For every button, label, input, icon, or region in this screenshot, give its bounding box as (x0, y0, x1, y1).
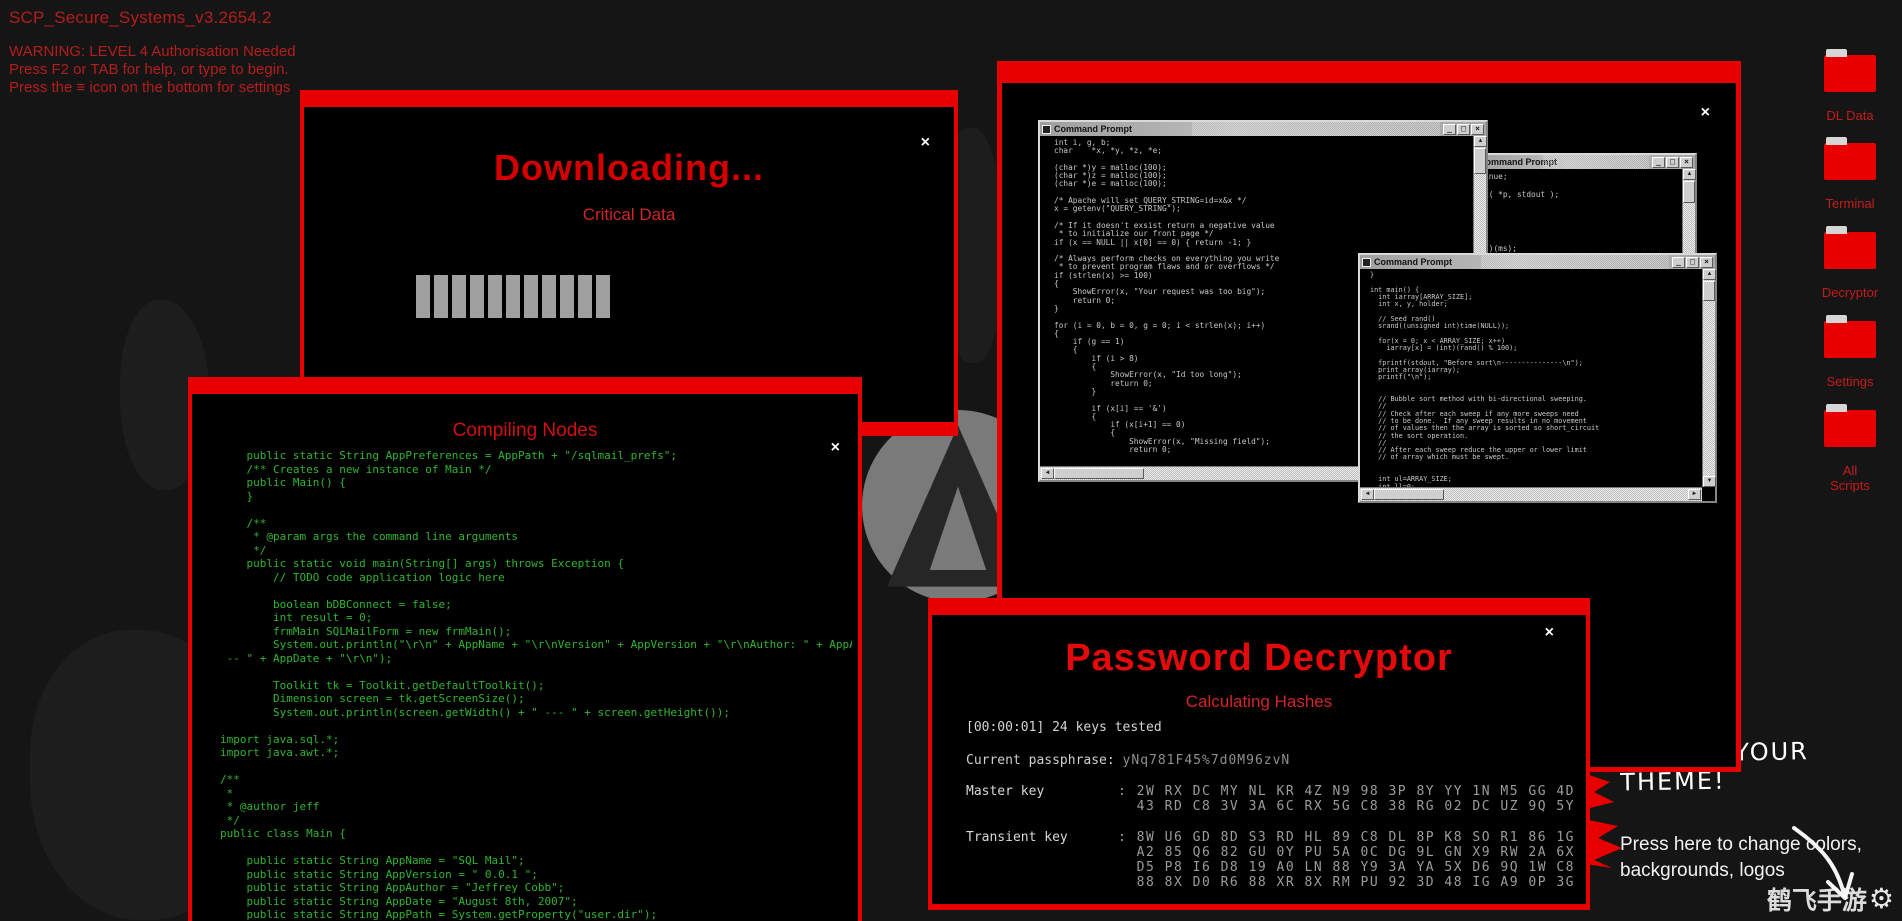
scroll-thumb[interactable] (1683, 181, 1695, 203)
scroll-thumb[interactable] (1054, 468, 1144, 479)
sidebar-item-label: Settings (1818, 374, 1882, 389)
cmd2-title: Command Prompt (1479, 157, 1557, 167)
terminal-panel-titlebar[interactable] (1001, 65, 1737, 83)
decryptor-subtitle: Calculating Hashes (932, 692, 1586, 712)
sidebar-item-label: DL Data (1818, 108, 1882, 123)
gear-icon: ⚙ (1869, 885, 1894, 913)
master-key-label: Master key (966, 784, 1118, 814)
downloading-titlebar[interactable] (303, 93, 955, 107)
downloading-title: Downloading... (304, 147, 954, 189)
transient-key-value: : 8W U6 GD 8D S3 RD HL 89 C8 DL 8P K8 SO… (1118, 830, 1575, 890)
cmd2-titlebar[interactable]: Command Prompt _ □ × (1465, 155, 1695, 169)
passphrase-label: Current passphrase: (966, 753, 1123, 768)
command-prompt-window-3: Command Prompt _ □ × } int main() { int … (1358, 253, 1717, 503)
settings-line: Press the ≡ icon on the bottom for setti… (9, 79, 296, 97)
master-key-value: : 2W RX DC MY NL KR 4Z N9 98 3P 8Y YY 1N… (1118, 784, 1575, 814)
system-header: SCP_Secure_Systems_v3.2654.2 WARNING: LE… (9, 8, 296, 97)
scroll-thumb[interactable] (1703, 281, 1715, 301)
warning-line: WARNING: LEVEL 4 Authorisation Needed (9, 43, 296, 61)
scroll-thumb[interactable] (1374, 489, 1444, 500)
compiling-window: × Compiling Nodes public static String A… (188, 377, 862, 921)
minimize-icon[interactable]: _ (1443, 124, 1456, 135)
scroll-up-icon[interactable]: ▲ (1683, 169, 1696, 180)
cmd1-title: Command Prompt (1054, 124, 1132, 134)
folder-icon (1824, 55, 1876, 92)
hacker-typer-screen: SCP_Secure_Systems_v3.2654.2 WARNING: LE… (0, 0, 1902, 921)
close-icon[interactable]: × (1680, 157, 1693, 168)
passphrase-value: yNq781F45%7d0M96zvN (1123, 753, 1291, 768)
decryptor-title: Password Decryptor (932, 637, 1586, 680)
keys-tested-status: [00:00:01] 24 keys tested (966, 720, 1566, 735)
sidebar-item-decryptor[interactable]: Decryptor (1818, 225, 1882, 300)
cmd3-console-text: } int main() { int iarray[ARRAY_SIZE]; i… (1360, 269, 1702, 487)
compiling-titlebar[interactable] (191, 380, 859, 394)
cmd-icon (1042, 125, 1051, 134)
close-icon[interactable]: × (1701, 104, 1710, 122)
sidebar-item-dl-data[interactable]: DL Data (1818, 48, 1882, 123)
folder-icon (1824, 232, 1876, 269)
decryptor-titlebar[interactable] (931, 601, 1587, 615)
close-icon[interactable]: × (921, 134, 930, 152)
scroll-down-icon[interactable]: ▼ (1703, 476, 1716, 487)
scroll-up-icon[interactable]: ▲ (1703, 269, 1716, 280)
system-title: SCP_Secure_Systems_v3.2654.2 (9, 8, 296, 28)
watermark: 鹤飞手游 ⚙ (1767, 881, 1894, 917)
minimize-icon[interactable]: _ (1652, 157, 1665, 168)
maximize-icon[interactable]: □ (1666, 157, 1679, 168)
folder-icon (1824, 321, 1876, 358)
close-icon[interactable]: × (1545, 624, 1554, 642)
scroll-up-icon[interactable]: ▲ (1474, 136, 1487, 147)
help-line: Press F2 or TAB for help, or type to beg… (9, 61, 296, 79)
compiling-title: Compiling Nodes (192, 420, 858, 442)
close-icon[interactable]: × (1471, 124, 1484, 135)
minimize-icon[interactable]: _ (1672, 257, 1685, 268)
downloading-subtitle: Critical Data (304, 205, 954, 225)
decryptor-window: × Password Decryptor Calculating Hashes … (928, 598, 1590, 910)
cmd3-horizontal-scrollbar[interactable]: ◄ ► (1360, 487, 1702, 501)
maximize-icon[interactable]: □ (1457, 124, 1470, 135)
sidebar-item-label: All Scripts (1818, 463, 1882, 493)
cmd1-titlebar[interactable]: Command Prompt _ □ × (1040, 122, 1486, 136)
cmd-icon (1362, 258, 1371, 267)
transient-key-label: Transient key (966, 830, 1118, 890)
sidebar-item-terminal[interactable]: Terminal (1818, 136, 1882, 211)
maximize-icon[interactable]: □ (1686, 257, 1699, 268)
cmd3-title: Command Prompt (1374, 257, 1452, 267)
cmd3-vertical-scrollbar[interactable]: ▲ ▼ (1702, 269, 1715, 487)
scroll-thumb[interactable] (1474, 148, 1486, 174)
sidebar-item-label: Terminal (1818, 196, 1882, 211)
scroll-left-icon[interactable]: ◄ (1041, 468, 1054, 479)
folder-icon (1824, 143, 1876, 180)
close-icon[interactable]: × (1700, 257, 1713, 268)
scroll-right-icon[interactable]: ► (1688, 489, 1701, 500)
scroll-left-icon[interactable]: ◄ (1361, 489, 1374, 500)
sidebar-item-settings[interactable]: Settings (1818, 314, 1882, 389)
red-jagged-pointer-icon (1584, 768, 1628, 872)
sidebar-item-label: Decryptor (1818, 285, 1882, 300)
sidebar-item-all-scripts[interactable]: All Scripts (1818, 403, 1882, 493)
watermark-text: 鹤飞手游 (1767, 881, 1867, 917)
download-progress-bar (416, 275, 610, 318)
cmd3-titlebar[interactable]: Command Prompt _ □ × (1360, 255, 1715, 269)
compiling-code: public static String AppPreferences = Ap… (220, 449, 852, 921)
theme-promo-line1: Press here to change colors, (1620, 832, 1902, 858)
folder-icon (1824, 410, 1876, 447)
